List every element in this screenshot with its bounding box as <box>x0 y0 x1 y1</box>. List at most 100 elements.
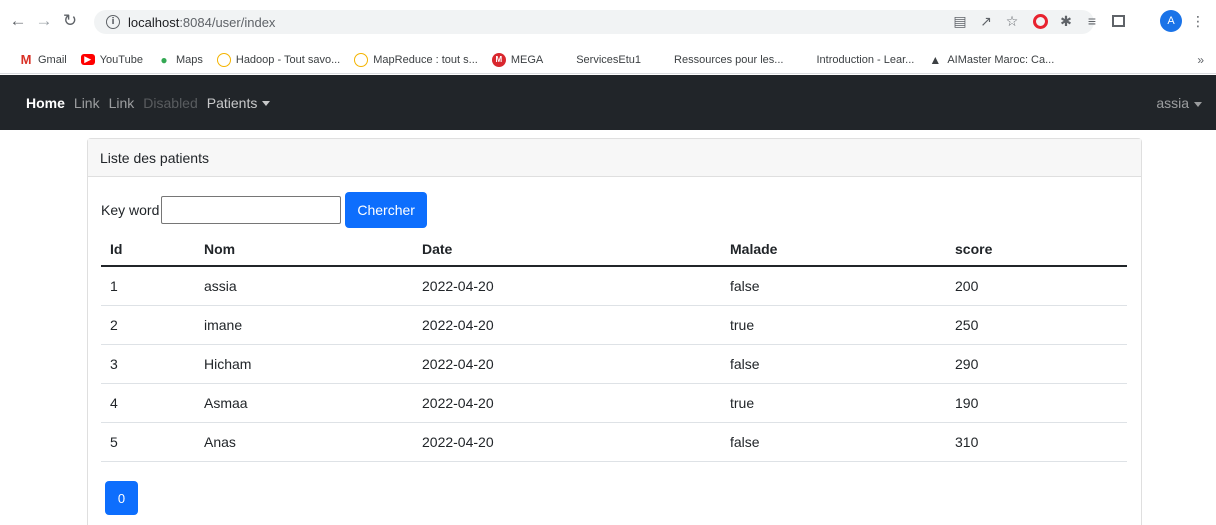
cell-score: 250 <box>946 305 1127 345</box>
nav-disabled: Disabled <box>143 94 198 111</box>
bookmark-star-icon[interactable]: ☆ <box>1002 11 1022 31</box>
hadoop-icon <box>216 52 231 67</box>
cell-date: 2022-04-20 <box>413 266 721 306</box>
bookmark-label: Gmail <box>38 53 67 66</box>
cell-nom: imane <box>195 305 413 345</box>
microsoft-icon <box>797 53 811 67</box>
maps-icon: ● <box>160 52 168 67</box>
patients-card: Liste des patients Key word Chercher Id … <box>87 138 1142 525</box>
bookmark-label: Hadoop - Tout savo... <box>235 53 341 66</box>
app-navbar: Home Link Link Disabled Patients assia <box>0 75 1216 130</box>
cell-id: 1 <box>101 266 195 306</box>
bookmark-label: Introduction - Lear... <box>816 53 915 66</box>
search-form: Key word Chercher <box>101 192 427 228</box>
col-header-score: score <box>946 232 1127 267</box>
nav-link-2[interactable]: Link <box>109 95 135 111</box>
forward-arrow-icon[interactable]: → <box>32 9 56 33</box>
col-header-nom: Nom <box>195 232 413 267</box>
bookmark-label: AIMaster Maroc: Ca... <box>947 53 1055 66</box>
back-arrow-icon[interactable]: ← <box>6 9 30 33</box>
bookmarks-bar: M Gmail ▶ YouTube ● Maps Hadoop - Tout savo… <box>0 46 1216 74</box>
user-dropdown[interactable]: assia <box>1156 95 1202 111</box>
browser-toolbar: ← → ↻ i localhost:8084/user/index ▤ ↗ ☆ … <box>0 0 1216 46</box>
bookmark-label: Maps <box>175 53 203 66</box>
cell-nom: assia <box>195 266 413 306</box>
nav-patients-dropdown[interactable]: Patients <box>207 95 271 111</box>
bookmark-aimaster[interactable]: ▲ AIMaster Maroc: Ca... <box>928 53 1054 67</box>
address-bar[interactable]: i localhost:8084/user/index <box>94 10 1094 34</box>
caret-down-icon <box>262 101 271 107</box>
cell-score: 290 <box>946 344 1127 384</box>
opera-icon[interactable] <box>1030 11 1050 31</box>
cell-malade: false <box>721 344 946 384</box>
col-header-id: Id <box>101 232 195 267</box>
bookmark-hadoop[interactable]: Hadoop - Tout savo... <box>216 52 341 67</box>
cell-nom: Hicham <box>195 344 413 384</box>
cell-malade: false <box>721 266 946 306</box>
cell-nom: Asmaa <box>195 383 413 423</box>
cell-id: 2 <box>101 305 195 345</box>
bookmark-mapreduce[interactable]: MapReduce : tout s... <box>354 52 478 67</box>
cell-id: 3 <box>101 344 195 384</box>
bookmark-label: YouTube <box>99 53 143 66</box>
nav-link-1[interactable]: Link <box>74 95 100 111</box>
bookmark-introduction[interactable]: Introduction - Lear... <box>797 53 914 67</box>
cell-score: 200 <box>946 266 1127 306</box>
patients-table: Id Nom Date Malade score 1 assia 2022-04… <box>101 232 1127 462</box>
cell-malade: true <box>721 383 946 423</box>
cell-date: 2022-04-20 <box>413 344 721 384</box>
cell-score: 310 <box>946 422 1127 462</box>
mapreduce-icon <box>354 52 369 67</box>
bookmark-label: MapReduce : tout s... <box>373 53 478 66</box>
table-row: 2 imane 2022-04-20 true 250 <box>101 305 1127 345</box>
share-icon[interactable]: ↗ <box>976 11 996 31</box>
user-name: assia <box>1156 95 1189 111</box>
cell-date: 2022-04-20 <box>413 383 721 423</box>
search-label: Key word <box>101 202 160 218</box>
mega-icon: M <box>491 52 506 67</box>
side-panel-icon[interactable] <box>1108 11 1128 31</box>
graduation-cap-icon: ▲ <box>929 52 942 67</box>
keyword-input[interactable] <box>161 196 342 224</box>
bookmark-mega[interactable]: M MEGA <box>491 52 543 67</box>
info-icon[interactable]: i <box>106 15 120 29</box>
reading-list-icon[interactable]: ≡ <box>1082 11 1102 31</box>
pagination-page-0[interactable]: 0 <box>105 481 138 515</box>
microsoft-icon <box>655 53 669 67</box>
url-text: localhost:8084/user/index <box>128 15 275 30</box>
table-row: 4 Asmaa 2022-04-20 true 190 <box>101 383 1127 423</box>
cell-id: 4 <box>101 383 195 423</box>
cell-date: 2022-04-20 <box>413 422 721 462</box>
youtube-icon: ▶ <box>80 54 95 65</box>
reload-icon[interactable]: ↻ <box>58 9 82 33</box>
bookmark-servicesetu1[interactable]: ServicesEtu1 <box>557 53 641 67</box>
profile-avatar[interactable]: A <box>1160 10 1182 32</box>
table-row: 3 Hicham 2022-04-20 false 290 <box>101 344 1127 384</box>
cell-malade: false <box>721 422 946 462</box>
table-row: 1 assia 2022-04-20 false 200 <box>101 266 1127 306</box>
url-path: :8084/user/index <box>179 14 276 30</box>
microsoft-icon <box>557 53 571 67</box>
kebab-menu-icon[interactable]: ⋮ <box>1188 11 1208 31</box>
url-host: localhost <box>128 14 180 30</box>
cell-malade: true <box>721 305 946 345</box>
caret-down-icon <box>1194 101 1202 107</box>
search-button[interactable]: Chercher <box>345 192 427 228</box>
translate-icon[interactable]: ▤ <box>950 11 970 31</box>
col-header-malade: Malade <box>721 232 946 267</box>
cell-nom: Anas <box>195 422 413 462</box>
table-row: 5 Anas 2022-04-20 false 310 <box>101 422 1127 462</box>
bookmark-youtube[interactable]: ▶ YouTube <box>80 53 143 66</box>
bookmark-gmail[interactable]: M Gmail <box>19 52 67 67</box>
nav-home[interactable]: Home <box>26 95 65 111</box>
bookmark-label: ServicesEtu1 <box>576 53 642 66</box>
extensions-puzzle-icon[interactable]: ✱ <box>1056 11 1076 31</box>
bookmark-ressources[interactable]: Ressources pour les... <box>655 53 783 67</box>
nav-patients-label: Patients <box>206 94 258 111</box>
bookmark-label: Ressources pour les... <box>674 53 784 66</box>
card-header: Liste des patients <box>88 139 1141 177</box>
col-header-date: Date <box>413 232 721 267</box>
bookmark-maps[interactable]: ● Maps <box>157 53 203 67</box>
bookmarks-overflow-button[interactable]: » <box>1197 53 1204 67</box>
cell-id: 5 <box>101 422 195 462</box>
